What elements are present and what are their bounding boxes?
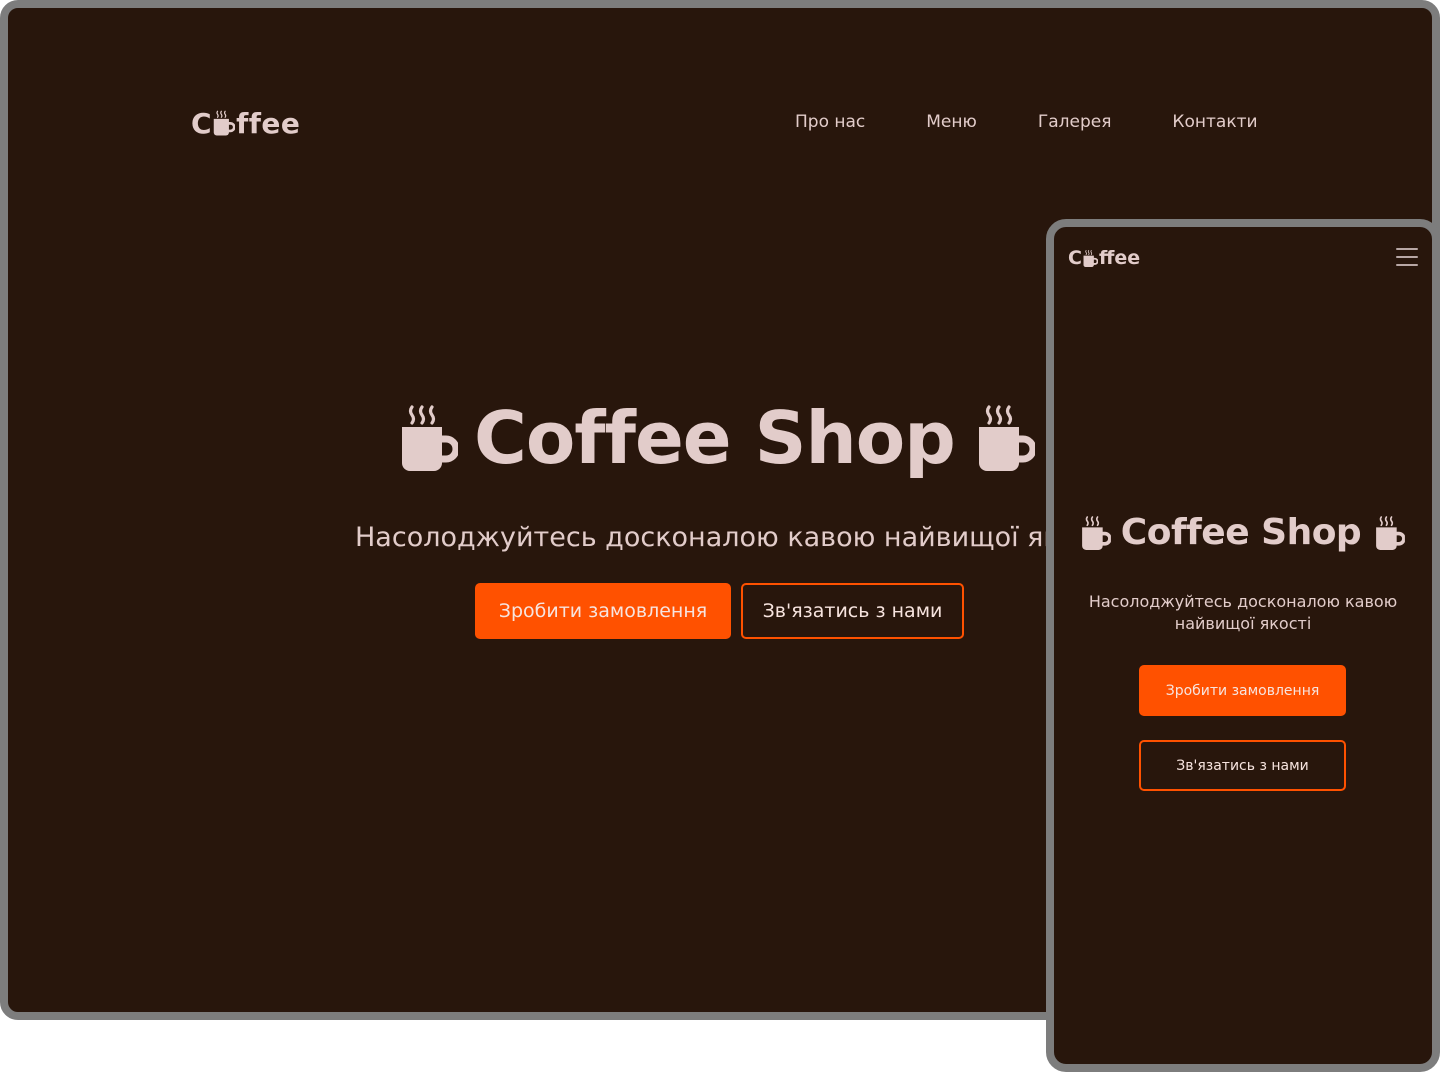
mobile-contact-button[interactable]: Зв'язатись з нами <box>1139 740 1346 791</box>
order-button[interactable]: Зробити замовлення <box>475 583 731 639</box>
logo-text-end: ffee <box>1098 247 1141 269</box>
nav-item-contacts[interactable]: Контакти <box>1172 110 1257 134</box>
mobile-frame: C ffee Coffee Shop Насолоджуйтесь доскон… <box>1046 219 1440 1072</box>
coffee-cup-icon <box>1083 249 1098 268</box>
nav-item-menu[interactable]: Меню <box>926 110 977 134</box>
mobile-logo[interactable]: C ffee <box>1068 245 1140 271</box>
hero-title-text: Coffee Shop <box>474 396 956 480</box>
main-nav: Про нас Меню Галерея Контакти <box>795 110 1258 134</box>
hamburger-line <box>1396 248 1418 250</box>
contact-button[interactable]: Зв'язатись з нами <box>741 583 964 639</box>
coffee-cup-icon <box>1375 515 1405 551</box>
hero-title: Coffee Shop <box>400 390 1035 486</box>
logo[interactable]: C ffee <box>191 105 300 141</box>
logo-text-end: ffee <box>236 106 301 140</box>
coffee-cup-icon <box>1081 515 1111 551</box>
logo-text-start: C <box>1068 247 1082 269</box>
coffee-cup-icon <box>213 109 235 137</box>
mobile-order-button[interactable]: Зробити замовлення <box>1139 665 1346 716</box>
mobile-hero-title-text: Coffee Shop <box>1120 512 1362 553</box>
mobile-hero-title: Coffee Shop <box>1054 509 1432 557</box>
hamburger-icon[interactable] <box>1396 247 1418 267</box>
nav-item-about[interactable]: Про нас <box>795 110 865 134</box>
hero-subtitle: Насолоджуйтесь досконалою кавою найвищої… <box>355 522 1077 553</box>
hamburger-line <box>1396 256 1418 258</box>
coffee-cup-icon <box>977 403 1035 473</box>
mobile-hero-subtitle: Насолоджуйтесь досконалою кавою найвищої… <box>1088 592 1398 633</box>
mockup-stage: C ffee Про нас Меню Галерея Контакти Cof… <box>0 0 1440 1072</box>
nav-item-gallery[interactable]: Галерея <box>1038 110 1112 134</box>
logo-text-start: C <box>191 106 213 140</box>
hamburger-line <box>1396 264 1418 266</box>
coffee-cup-icon <box>400 403 458 473</box>
